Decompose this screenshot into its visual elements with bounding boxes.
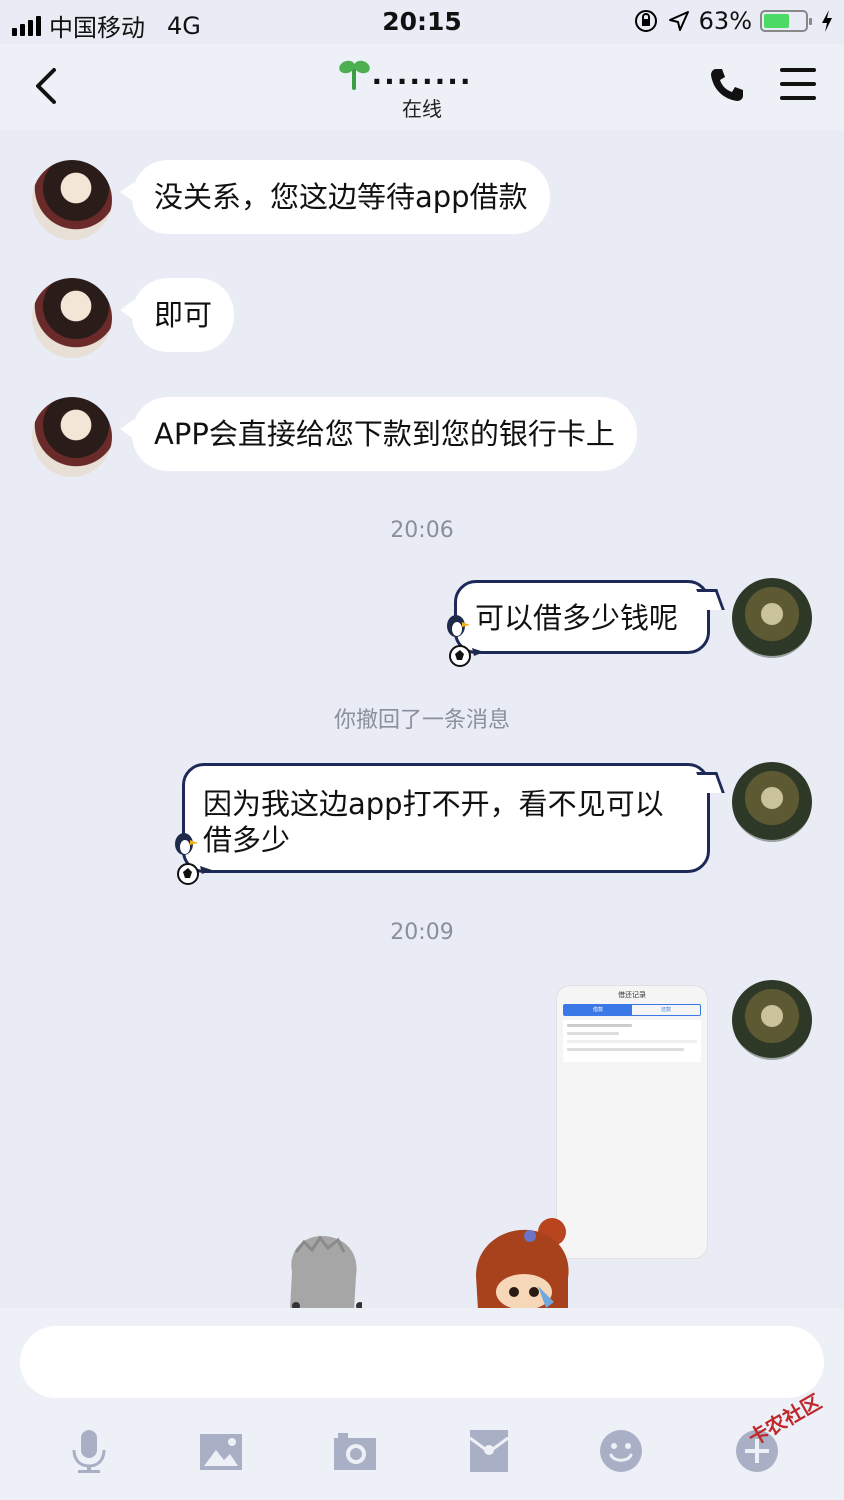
- user-avatar[interactable]: [732, 980, 812, 1060]
- message-bubble-outgoing[interactable]: 可以借多少钱呢: [454, 580, 710, 654]
- screenshot-record-card: [563, 1020, 701, 1062]
- menu-icon[interactable]: [780, 68, 816, 102]
- emoji-icon[interactable]: [598, 1428, 644, 1474]
- image-icon[interactable]: [198, 1428, 244, 1474]
- red-packet-icon[interactable]: [466, 1428, 512, 1474]
- battery-percent: 63%: [698, 7, 752, 35]
- penguin-bubble-decoration-icon: [447, 615, 484, 667]
- screenshot-title: 借还记录: [618, 991, 646, 999]
- message-bubble-incoming[interactable]: 即可: [119, 278, 235, 352]
- contact-avatar[interactable]: [32, 278, 112, 358]
- location-icon: [668, 11, 689, 31]
- grey-character-sticker: [290, 1235, 362, 1310]
- recall-notice: 你撤回了一条消息: [333, 708, 510, 733]
- girl-character-sticker: [476, 1218, 569, 1310]
- input-area: [0, 1308, 844, 1500]
- message-bubble-outgoing[interactable]: 因为我这边app打不开，看不见可以借多少: [182, 763, 710, 873]
- user-avatar[interactable]: [732, 762, 812, 842]
- timestamp: 20:06: [390, 518, 454, 543]
- timestamp: 20:09: [390, 920, 454, 945]
- battery-icon: [760, 10, 812, 32]
- screenshot-tab-repay: 还款: [660, 1007, 671, 1013]
- message-input[interactable]: [20, 1326, 824, 1398]
- contact-avatar[interactable]: [32, 160, 112, 240]
- user-avatar[interactable]: [732, 578, 812, 658]
- penguin-bubble-decoration-icon: [175, 833, 212, 885]
- screenshot-tab-borrow: 借款: [564, 1005, 632, 1015]
- message-bubble-incoming[interactable]: APP会直接给您下款到您的银行卡上: [120, 397, 637, 471]
- status-bar: 中国移动 4G 20:15 63%: [0, 0, 844, 44]
- rotation-lock-icon: [634, 10, 657, 32]
- phone-icon[interactable]: [708, 66, 746, 104]
- charging-icon: [822, 10, 832, 32]
- screenshot-tabs: 借款 还款: [563, 1004, 701, 1016]
- mic-icon[interactable]: [66, 1428, 112, 1474]
- contact-avatar[interactable]: [32, 397, 112, 477]
- status-right: 63%: [633, 7, 834, 35]
- message-bubble-incoming[interactable]: 没关系，您这边等待app借款: [120, 160, 550, 234]
- nav-bar: ........ 在线: [0, 44, 844, 130]
- camera-icon[interactable]: [332, 1428, 378, 1474]
